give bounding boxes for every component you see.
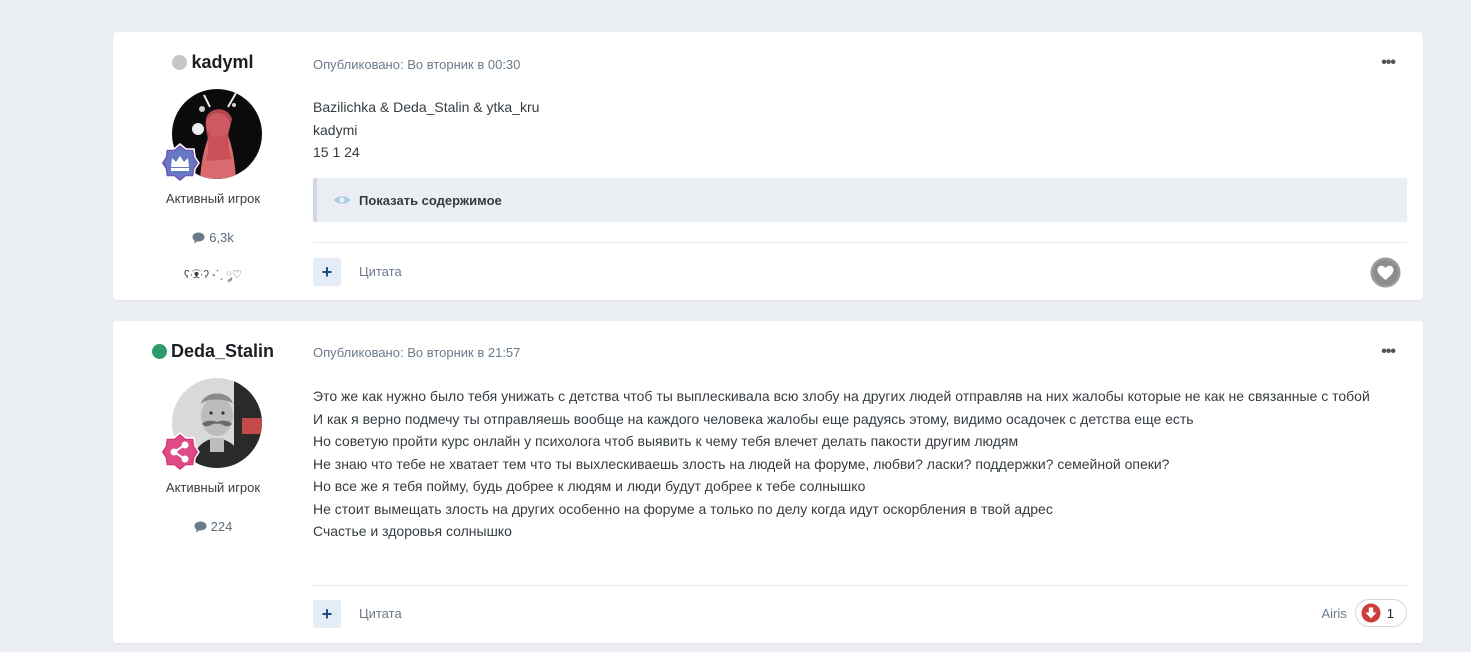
content-line: Но советую пройти курс онлайн у психолог… [313,433,1019,449]
comment-icon [192,232,205,243]
content-line: 15 1 24 [313,144,360,160]
content-line: Bazilichka & Deda_Stalin & ytka_kru [313,99,540,115]
content-line: Счастье и здоровья солнышко [313,523,512,539]
author-name-link[interactable]: kadyml [191,52,253,73]
reaction-button[interactable]: 1 [1354,599,1407,627]
heart-icon[interactable] [1370,257,1401,288]
reaction-count: 1 [1386,605,1394,621]
content-line: Не стоит вымещать злость на других особе… [313,500,1053,517]
post-content: Bazilichka & Deda_Stalin & ytka_kru kady… [313,96,1407,164]
post-content: Это же как нужно было тебя унижать с дет… [313,385,1407,543]
spoiler-toggle[interactable]: Показать содержимое [313,178,1407,222]
post-count-value: 224 [210,519,233,534]
forum-post: kadyml Активный игрок 6,3k ʕ·͡ᴥ·ʔ -ˋˏ ༘♡… [113,32,1423,300]
content-line: Но все же я тебя пойму, будь добрее к лю… [313,478,866,494]
author-name-link[interactable]: Deda_Stalin [171,341,274,362]
quote-button[interactable]: Цитата [359,606,402,621]
share-icon [160,432,200,472]
crown-icon [160,143,200,183]
downvote-icon [1361,603,1381,623]
content-line: Не знаю что тебе не хватает тем что ты в… [313,455,1170,472]
more-options-icon[interactable]: ••• [1381,54,1396,72]
comment-icon [194,521,207,532]
eye-icon [334,196,350,204]
content-line: kadymi [313,121,358,138]
post-count-value: 6,3k [209,230,234,245]
user-signature: ʕ·͡ᴥ·ʔ -ˋˏ ༘♡ [183,269,242,281]
spoiler-label: Показать содержимое [359,192,502,208]
multiquote-button[interactable]: + [313,600,341,628]
multiquote-button[interactable]: + [313,258,341,286]
avatar-container [160,89,262,183]
author-name-row: Deda_Stalin [113,341,313,362]
reaction-user-link[interactable]: Airis [1321,606,1346,621]
post-date[interactable]: Опубликовано: Во вторник в 00:30 [313,57,520,72]
more-options-icon[interactable]: ••• [1381,343,1396,361]
post-count: 6,3k [113,230,313,245]
avatar-container [160,378,262,472]
divider [313,585,1407,586]
offline-status-icon [172,55,188,70]
quote-button[interactable]: Цитата [359,264,402,279]
user-group-label: Активный игрок [165,191,261,206]
divider [313,242,1407,243]
reactions-summary: Airis 1 [1321,599,1407,627]
author-name-row: kadyml [113,52,313,73]
content-line: Это же как нужно было тебя унижать с дет… [313,388,1370,404]
post-date[interactable]: Опубликовано: Во вторник в 21:57 [313,345,520,360]
forum-post: Deda_Stalin Активный игрок 224 Опубликов… [113,321,1423,643]
user-group-label: Активный игрок [165,480,261,495]
content-line: И как я верно подмечу ты отправляешь воо… [313,410,1194,427]
online-status-icon [151,344,167,359]
post-count: 224 [113,519,313,534]
